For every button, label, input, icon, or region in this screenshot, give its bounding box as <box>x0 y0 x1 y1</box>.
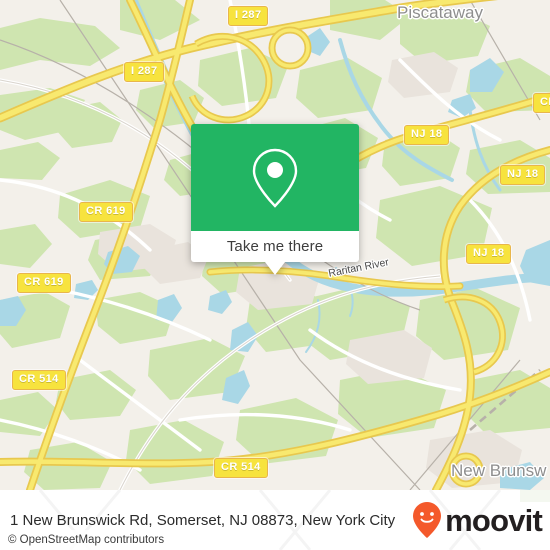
road-shield: NJ 18 <box>500 165 546 185</box>
moovit-wordmark: moovit <box>445 502 543 538</box>
callout-pointer <box>265 262 285 275</box>
road-shield: NJ 18 <box>466 244 512 264</box>
moovit-logo[interactable]: moovit <box>412 501 543 539</box>
take-me-there-label: Take me there <box>226 238 324 255</box>
callout-icon-panel <box>191 124 359 231</box>
address-text: 1 New Brunswick Rd, Somerset, NJ 08873, … <box>10 511 396 529</box>
moovit-map-screen: I 287 I 287 CR 619 CR 619 CR 514 CR 514 NJ 18 N… <box>0 0 550 550</box>
road-shield: CR 514 <box>214 458 268 478</box>
road-shield: CR <box>533 93 550 113</box>
callout-action-panel[interactable]: Take me there <box>191 231 359 275</box>
place-label: New Brunsw <box>451 461 547 480</box>
osm-attribution[interactable]: © OpenStreetMap contributors <box>0 530 173 550</box>
place-label: Piscataway <box>397 3 483 22</box>
moovit-smiley-pin-icon <box>413 502 442 538</box>
road-shield: I 287 <box>124 62 165 82</box>
take-me-there-callout[interactable]: Take me there <box>191 124 359 275</box>
road-shield: CR 619 <box>79 202 133 222</box>
road-shield: CR 514 <box>12 370 66 390</box>
road-shield: CR 619 <box>17 273 71 293</box>
road-shield: I 287 <box>228 6 269 26</box>
map-pin-icon <box>252 148 298 208</box>
road-shield: NJ 18 <box>404 125 450 145</box>
